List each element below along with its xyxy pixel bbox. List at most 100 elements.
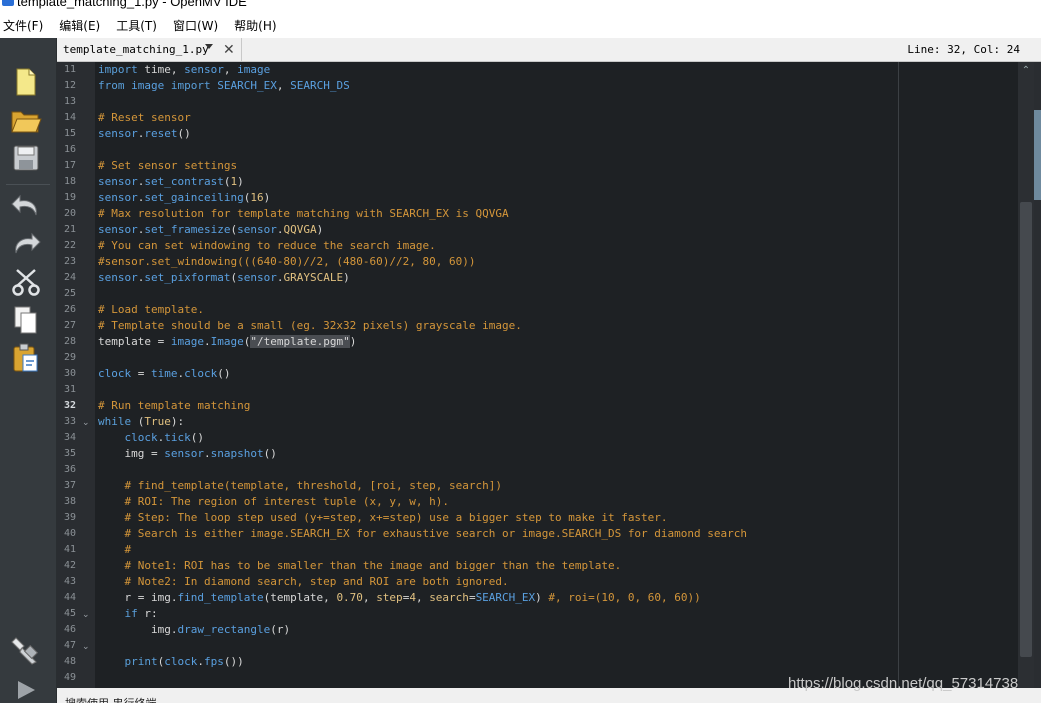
code-line[interactable]: 14 # Reset sensor	[57, 110, 1018, 126]
code-token: ()	[217, 367, 231, 380]
tab-template-matching[interactable]: template_matching_1.py ✕	[57, 38, 242, 61]
code-token: .	[203, 335, 211, 348]
line-number: 35	[63, 448, 76, 459]
code-line[interactable]: 26 # Load template.	[57, 302, 1018, 318]
code-token: image	[131, 79, 165, 92]
code-line[interactable]: 17 # Set sensor settings	[57, 158, 1018, 174]
line-number: 18	[63, 176, 76, 187]
code-line[interactable]: 21 sensor.set_framesize(sensor.QQVGA)	[57, 222, 1018, 238]
code-line[interactable]: 31	[57, 382, 1018, 398]
code-line[interactable]: 34 clock.tick()	[57, 430, 1018, 446]
code-line[interactable]: 15 sensor.reset()	[57, 126, 1018, 142]
code-line[interactable]: 38 # ROI: The region of interest tuple (…	[57, 494, 1018, 510]
vertical-scrollbar[interactable]: ⌃	[1018, 62, 1034, 688]
save-icon	[13, 145, 39, 171]
line-number: 21	[63, 224, 76, 235]
line-number: 28	[63, 336, 76, 347]
code-line[interactable]: 40 # Search is either image.SEARCH_EX fo…	[57, 526, 1018, 542]
run-button[interactable]	[8, 672, 44, 703]
paste-button[interactable]	[8, 340, 44, 376]
line-number: 27	[63, 320, 76, 331]
code-line[interactable]: 19 sensor.set_gainceiling(16)	[57, 190, 1018, 206]
code-line[interactable]: 29	[57, 350, 1018, 366]
code-text: # Set sensor settings	[98, 158, 237, 174]
code-editor[interactable]: 11 import time, sensor, image 12 from image…	[57, 62, 1018, 688]
code-token: time	[151, 367, 178, 380]
code-token: set_framesize	[144, 223, 231, 236]
code-line[interactable]: 25	[57, 286, 1018, 302]
open-file-button[interactable]	[8, 102, 44, 138]
editor-tab-bar: template_matching_1.py ✕ Line: 32, Col: …	[57, 38, 1041, 62]
line-number: 26	[63, 304, 76, 315]
code-line[interactable]: 11 import time, sensor, image	[57, 62, 1018, 78]
code-text: # find_template(template, threshold, [ro…	[98, 478, 503, 494]
code-line[interactable]: 12 from image import SEARCH_EX, SEARCH_DS	[57, 78, 1018, 94]
code-text: # Run template matching	[98, 398, 250, 414]
close-icon[interactable]: ✕	[223, 41, 235, 57]
code-line[interactable]: 36	[57, 462, 1018, 478]
line-number: 43	[63, 576, 76, 587]
menu-tools[interactable]: 工具(T)	[116, 17, 157, 34]
menu-window[interactable]: 窗口(W)	[173, 17, 218, 34]
title-bar: template_matching_1.py - OpenMV IDE	[0, 0, 1041, 13]
cursor-position: Line: 32, Col: 24	[907, 43, 1020, 56]
undo-button[interactable]	[8, 188, 44, 224]
code-token: clock	[164, 655, 198, 668]
menu-help[interactable]: 帮助(H)	[234, 17, 276, 34]
code-line[interactable]: 35 img = sensor.snapshot()	[57, 446, 1018, 462]
copy-button[interactable]	[8, 302, 44, 338]
code-text: # Note2: In diamond search, step and ROI…	[98, 574, 509, 590]
code-line[interactable]: 18 sensor.set_contrast(1)	[57, 174, 1018, 190]
code-line[interactable]: 28 template = image.Image("/template.pgm"…	[57, 334, 1018, 350]
watermark: https://blog.csdn.net/qq_57314738	[788, 675, 1019, 692]
fold-marker-icon[interactable]: ⌄	[82, 414, 90, 430]
save-button[interactable]	[8, 140, 44, 176]
code-line[interactable]: 46 img.draw_rectangle(r)	[57, 622, 1018, 638]
window-title: template_matching_1.py - OpenMV IDE	[17, 0, 247, 9]
code-token: image	[237, 63, 271, 76]
code-line[interactable]: 22 # You can set windowing to reduce the …	[57, 238, 1018, 254]
code-token: import	[170, 79, 211, 92]
app-icon	[2, 0, 14, 6]
code-line[interactable]: 33 ⌄ while (True):	[57, 414, 1018, 430]
code-line[interactable]: 23 #sensor.set_windowing(((640-80)//2, (4…	[57, 254, 1018, 270]
code-line[interactable]: 41 #	[57, 542, 1018, 558]
code-token: =	[468, 591, 476, 604]
code-line[interactable]: 43 # Note2: In diamond search, step and …	[57, 574, 1018, 590]
side-panel-thumb[interactable]	[1034, 110, 1041, 200]
code-token: )	[237, 175, 244, 188]
code-line[interactable]: 39 # Step: The loop step used (y+=step, …	[57, 510, 1018, 526]
code-token: (template,	[263, 591, 337, 604]
redo-button[interactable]	[8, 226, 44, 262]
code-line[interactable]: 16	[57, 142, 1018, 158]
chevron-down-icon[interactable]	[205, 44, 213, 49]
code-token: SEARCH_EX	[217, 79, 277, 92]
cut-button[interactable]	[8, 264, 44, 300]
code-line[interactable]: 48 print(clock.fps())	[57, 654, 1018, 670]
code-token: sensor	[98, 271, 138, 284]
line-number: 37	[63, 480, 76, 491]
fold-marker-icon[interactable]: ⌄	[82, 606, 90, 622]
code-token: )	[316, 223, 324, 236]
menu-file[interactable]: 文件(F)	[3, 17, 43, 34]
code-line[interactable]: 24 sensor.set_pixformat(sensor.GRAYSCALE)	[57, 270, 1018, 286]
code-line[interactable]: 27 # Template should be a small (eg. 32x3…	[57, 318, 1018, 334]
code-line[interactable]: 37 # find_template(template, threshold, …	[57, 478, 1018, 494]
scrollbar-thumb[interactable]	[1020, 202, 1032, 657]
line-number: 38	[63, 496, 76, 507]
code-line[interactable]: 44 r = img.find_template(template, 0.70,…	[57, 590, 1018, 606]
code-line[interactable]: 47 ⌄	[57, 638, 1018, 654]
code-line[interactable]: 30 clock = time.clock()	[57, 366, 1018, 382]
code-token: ())	[223, 655, 244, 668]
code-line[interactable]: 42 # Note1: ROI has to be smaller than t…	[57, 558, 1018, 574]
scroll-up-icon[interactable]: ⌃	[1021, 66, 1031, 76]
code-line[interactable]: 13	[57, 94, 1018, 110]
code-line[interactable]: 20 # Max resolution for template matching…	[57, 206, 1018, 222]
code-line[interactable]: 32 # Run template matching	[57, 398, 1018, 414]
code-token: )	[263, 191, 271, 204]
new-file-button[interactable]	[8, 64, 44, 100]
menu-edit[interactable]: 编辑(E)	[59, 17, 100, 34]
code-line[interactable]: 45 ⌄ if r:	[57, 606, 1018, 622]
connect-button[interactable]	[8, 632, 44, 668]
fold-marker-icon[interactable]: ⌄	[82, 638, 90, 654]
